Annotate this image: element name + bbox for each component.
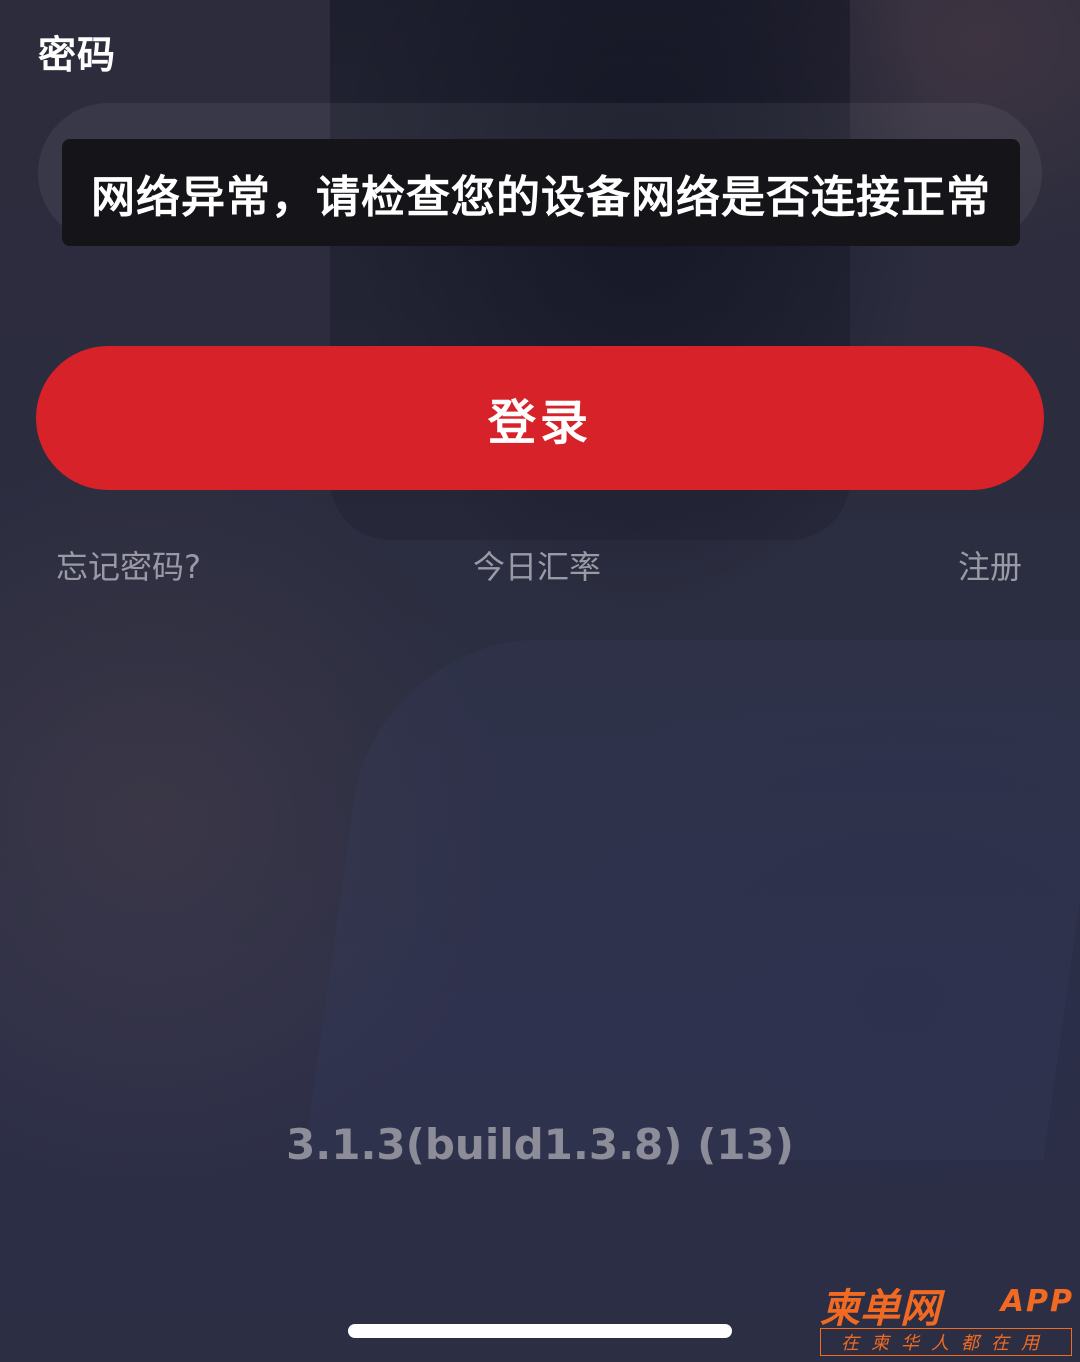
exchange-rate-link[interactable]: 今日汇率 [473, 545, 601, 589]
watermark-app: APP [1000, 1284, 1074, 1319]
version-text: 3.1.3(build1.3.8) (13) [286, 1120, 794, 1169]
password-label: 密码 [38, 33, 117, 77]
home-indicator [348, 1324, 732, 1338]
network-error-toast: 网络异常，请检查您的设备网络是否连接正常 [62, 139, 1020, 246]
login-button[interactable]: 登录 [36, 346, 1044, 490]
background-hand-image [303, 640, 1080, 1160]
forgot-password-link[interactable]: 忘记密码? [56, 545, 201, 589]
watermark-slogan: 在柬华人都在用 [820, 1328, 1072, 1356]
watermark-logo: 柬单网 APP 在柬华人都在用 [820, 1276, 1074, 1360]
register-link[interactable]: 注册 [958, 545, 1022, 589]
watermark-brand: 柬单网 [820, 1286, 940, 1332]
